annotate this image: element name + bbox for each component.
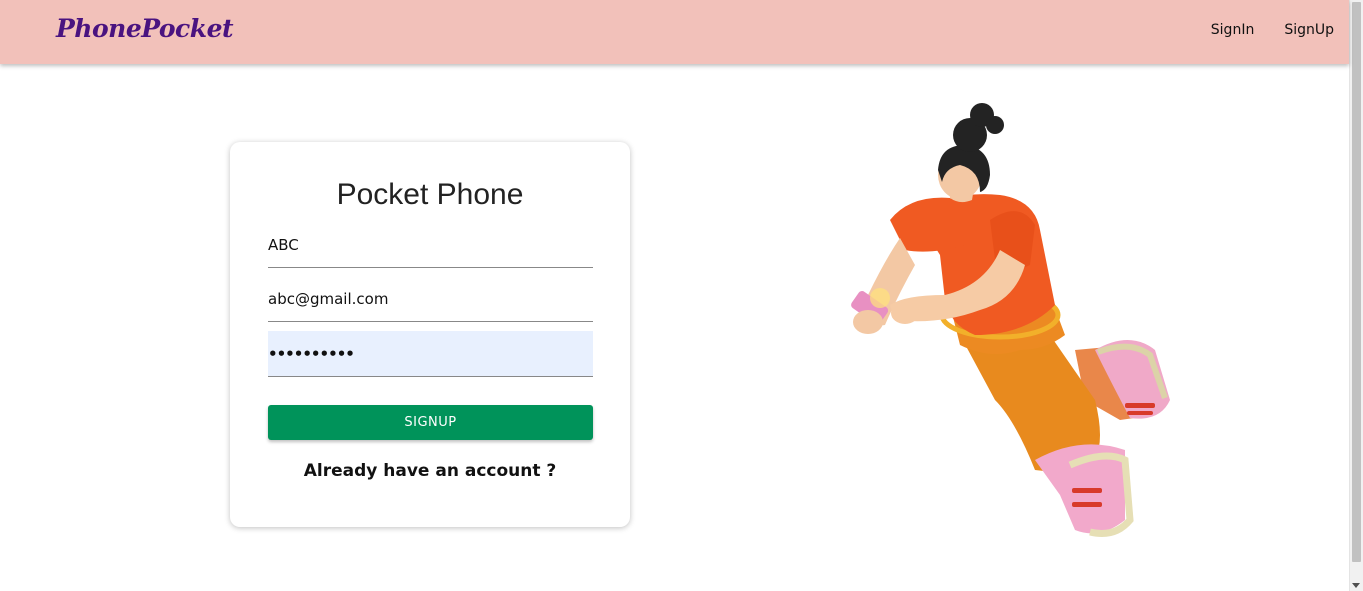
nav-links: SignIn SignUp [1211, 22, 1334, 38]
brand-logo[interactable]: PhonePocket [56, 14, 234, 43]
password-field-wrapper [268, 331, 593, 377]
nav-signup-link[interactable]: SignUp [1284, 22, 1334, 38]
name-field-wrapper [268, 222, 593, 268]
page: PhonePocket SignIn SignUp Pocket Phone S… [0, 0, 1363, 591]
top-navbar: PhonePocket SignIn SignUp [0, 0, 1349, 64]
email-field-wrapper [268, 276, 593, 322]
person-with-phone-illustration [851, 103, 1170, 537]
signup-card: Pocket Phone SIGNUP Already have an acco… [230, 142, 630, 527]
email-field[interactable] [268, 276, 593, 321]
nav-signin-link[interactable]: SignIn [1211, 22, 1255, 38]
page-scrollbar[interactable] [1349, 0, 1363, 591]
scroll-down-arrow-icon[interactable] [1352, 583, 1360, 588]
already-have-account-link[interactable]: Already have an account ? [230, 461, 630, 481]
card-title: Pocket Phone [336, 178, 524, 211]
scrollbar-thumb[interactable] [1352, 2, 1361, 562]
name-field[interactable] [268, 222, 593, 267]
signup-button[interactable]: SIGNUP [268, 405, 593, 440]
password-field[interactable] [268, 331, 593, 376]
